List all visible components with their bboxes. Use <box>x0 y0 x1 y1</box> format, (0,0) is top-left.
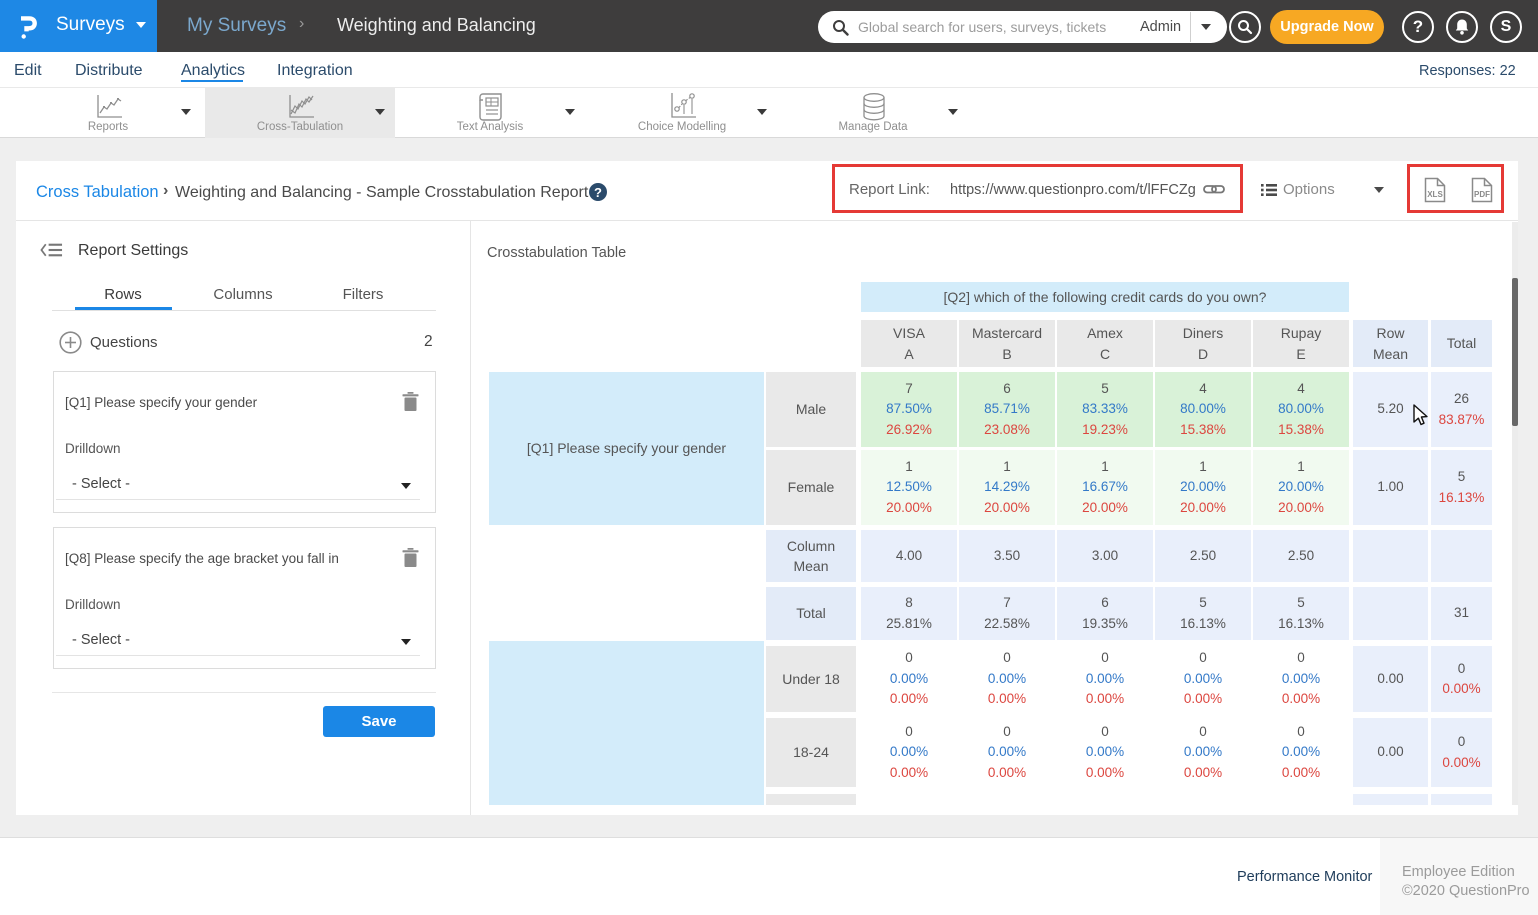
svg-text:PDF: PDF <box>1474 190 1490 199</box>
svg-text:XLS: XLS <box>1427 190 1443 199</box>
